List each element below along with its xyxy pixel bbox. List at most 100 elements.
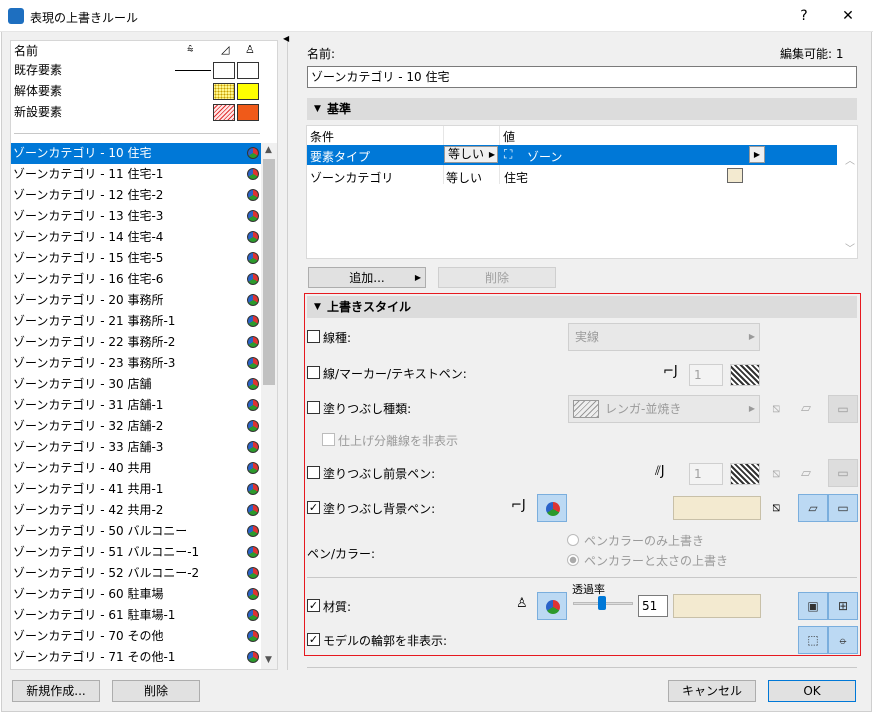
fill-type-checkbox[interactable]: [307, 401, 320, 414]
drafting-fill-icon[interactable]: ▭: [828, 395, 858, 423]
material-paint-button[interactable]: ⊞: [828, 592, 858, 620]
table-scroll-down[interactable]: ﹀: [845, 240, 855, 255]
ok-button[interactable]: OK: [768, 680, 856, 702]
list-item[interactable]: ゾーンカテゴリ - 41 共用-1: [11, 479, 261, 500]
cancel-button[interactable]: キャンセル: [668, 680, 756, 702]
contour-hide-button[interactable]: ⦵: [828, 626, 858, 654]
color-wheel-icon: [247, 294, 259, 306]
criteria-row[interactable]: ゾーンカテゴリ 等しい 住宅: [307, 166, 837, 186]
new-rule-button[interactable]: 新規作成...: [12, 680, 100, 702]
collapse-pane-arrow[interactable]: ◀: [283, 34, 289, 43]
list-item[interactable]: ゾーンカテゴリ - 33 店舗-3: [11, 437, 261, 458]
table-scroll-up[interactable]: ︿: [845, 152, 855, 167]
scroll-up-arrow[interactable]: ▲: [265, 145, 272, 155]
cover-fill-button[interactable]: ▱: [798, 494, 828, 522]
material-color-swatch[interactable]: [673, 594, 761, 618]
list-item[interactable]: ゾーンカテゴリ - 71 その他-1: [11, 647, 261, 668]
transparency-input[interactable]: 51: [638, 595, 668, 617]
color-wheel-icon: [247, 273, 259, 285]
color-wheel-icon: [546, 502, 560, 516]
line-pen-color[interactable]: [730, 364, 760, 386]
line-pen-number[interactable]: 1: [689, 364, 723, 386]
line-type-label: 線種:: [323, 331, 352, 345]
scroll-thumb[interactable]: [263, 159, 275, 385]
criteria-row-selected[interactable]: 要素タイプ 等しい ▶ ⛶ ゾーン ▶: [307, 145, 837, 165]
list-item[interactable]: ゾーンカテゴリ - 16 住宅-6: [11, 269, 261, 290]
list-item[interactable]: ゾーンカテゴリ - 21 事務所-1: [11, 311, 261, 332]
list-item-selected[interactable]: ゾーンカテゴリ - 10 住宅: [11, 143, 261, 164]
color-wheel-button[interactable]: [537, 494, 567, 522]
operator-dropdown[interactable]: 等しい ▶: [444, 146, 498, 163]
fill-bg-color-swatch[interactable]: [673, 496, 761, 520]
remove-criteria-button[interactable]: 削除: [438, 267, 556, 288]
line-type-value: 実線: [575, 330, 600, 344]
list-item[interactable]: ゾーンカテゴリ - 61 駐車場-1: [11, 605, 261, 626]
pane-divider[interactable]: [287, 40, 288, 670]
row-value: 住宅: [504, 171, 529, 185]
line-pen-checkbox[interactable]: [307, 366, 320, 379]
color-wheel-icon: [247, 546, 259, 558]
list-item[interactable]: ゾーンカテゴリ - 20 事務所: [11, 290, 261, 311]
brush-icon: ♙: [245, 43, 255, 56]
list-item[interactable]: ゾーンカテゴリ - 70 その他: [11, 626, 261, 647]
list-item[interactable]: ゾーンカテゴリ - 13 住宅-3: [11, 206, 261, 227]
existing-line: [175, 70, 211, 71]
hide-contours-checkbox[interactable]: ✓: [307, 633, 320, 646]
value-dropdown-arrow[interactable]: ▶: [749, 146, 765, 163]
material-color-wheel-button[interactable]: [537, 592, 567, 620]
row-value: ゾーン: [527, 150, 563, 164]
list-item[interactable]: ゾーンカテゴリ - 52 バルコニー-2: [11, 563, 261, 584]
line-type-dropdown[interactable]: 実線 ▶: [568, 323, 760, 351]
fill-bg-checkbox[interactable]: ✓: [307, 501, 320, 514]
help-button[interactable]: ?: [782, 0, 826, 32]
list-item[interactable]: ゾーンカテゴリ - 23 事務所-3: [11, 353, 261, 374]
criteria-section-header[interactable]: ▼ 基準: [307, 98, 857, 120]
collapse-triangle-icon: ▼: [314, 104, 321, 114]
rule-name: ゾーンカテゴリ - 30 店舗: [13, 377, 152, 391]
fill-fg-number[interactable]: 1: [689, 463, 723, 485]
list-item[interactable]: ゾーンカテゴリ - 30 店舗: [11, 374, 261, 395]
list-item[interactable]: ゾーンカテゴリ - 22 事務所-2: [11, 332, 261, 353]
color-wheel-icon: [247, 525, 259, 537]
list-item[interactable]: ゾーンカテゴリ - 32 店舗-2: [11, 416, 261, 437]
dropdown-arrow-icon: ▶: [488, 150, 495, 159]
list-scrollbar[interactable]: ▲ ▼: [261, 143, 277, 669]
category-color-swatch: [727, 168, 743, 183]
list-item[interactable]: ゾーンカテゴリ - 14 住宅-4: [11, 227, 261, 248]
contour-model-button[interactable]: ⬚: [798, 626, 828, 654]
radio-pen-color-weight[interactable]: [567, 554, 579, 566]
list-item[interactable]: ゾーンカテゴリ - 51 バルコニー-1: [11, 542, 261, 563]
rule-name: ゾーンカテゴリ - 42 共用-2: [13, 503, 164, 517]
rule-name-input[interactable]: ゾーンカテゴリ - 10 住宅: [307, 66, 857, 88]
material-surface-button[interactable]: ▣: [798, 592, 828, 620]
drafting-fill-button[interactable]: ▭: [828, 494, 858, 522]
fill-fg-checkbox[interactable]: [307, 466, 320, 479]
line-type-checkbox[interactable]: [307, 330, 320, 343]
list-item[interactable]: ゾーンカテゴリ - 15 住宅-5: [11, 248, 261, 269]
rule-name: ゾーンカテゴリ - 21 事務所-1: [13, 314, 176, 328]
list-item[interactable]: ゾーンカテゴリ - 60 駐車場: [11, 584, 261, 605]
list-item[interactable]: ゾーンカテゴリ - 12 住宅-2: [11, 185, 261, 206]
operator-label: 等しい: [448, 147, 485, 161]
override-style-header[interactable]: ▼ 上書きスタイル: [307, 296, 857, 318]
add-criteria-button[interactable]: 追加... ▶: [308, 267, 426, 288]
fill-bg-label: 塗りつぶし背景ペン:: [323, 502, 436, 516]
delete-rule-button[interactable]: 削除: [112, 680, 200, 702]
list-item[interactable]: ゾーンカテゴリ - 50 バルコニー: [11, 521, 261, 542]
scroll-down-arrow[interactable]: ▼: [265, 655, 272, 665]
list-item[interactable]: ゾーンカテゴリ - 11 住宅-1: [11, 164, 261, 185]
color-wheel-icon: [247, 462, 259, 474]
radio-pen-color-only[interactable]: [567, 534, 579, 546]
fill-type-dropdown[interactable]: レンガ-並焼き ▶: [568, 395, 760, 423]
transparency-slider-thumb[interactable]: [598, 596, 606, 610]
list-item[interactable]: ゾーンカテゴリ - 42 共用-2: [11, 500, 261, 521]
fill-fg-color[interactable]: [730, 463, 760, 485]
close-button[interactable]: ✕: [826, 0, 870, 32]
drafting-fill-icon[interactable]: ▭: [828, 459, 858, 487]
hide-separator-checkbox[interactable]: [322, 433, 335, 446]
material-checkbox[interactable]: ✓: [307, 599, 320, 612]
list-item[interactable]: ゾーンカテゴリ - 31 店舗-1: [11, 395, 261, 416]
color-wheel-icon: [247, 609, 259, 621]
rule-name: ゾーンカテゴリ - 40 共用: [13, 461, 152, 475]
list-item[interactable]: ゾーンカテゴリ - 40 共用: [11, 458, 261, 479]
